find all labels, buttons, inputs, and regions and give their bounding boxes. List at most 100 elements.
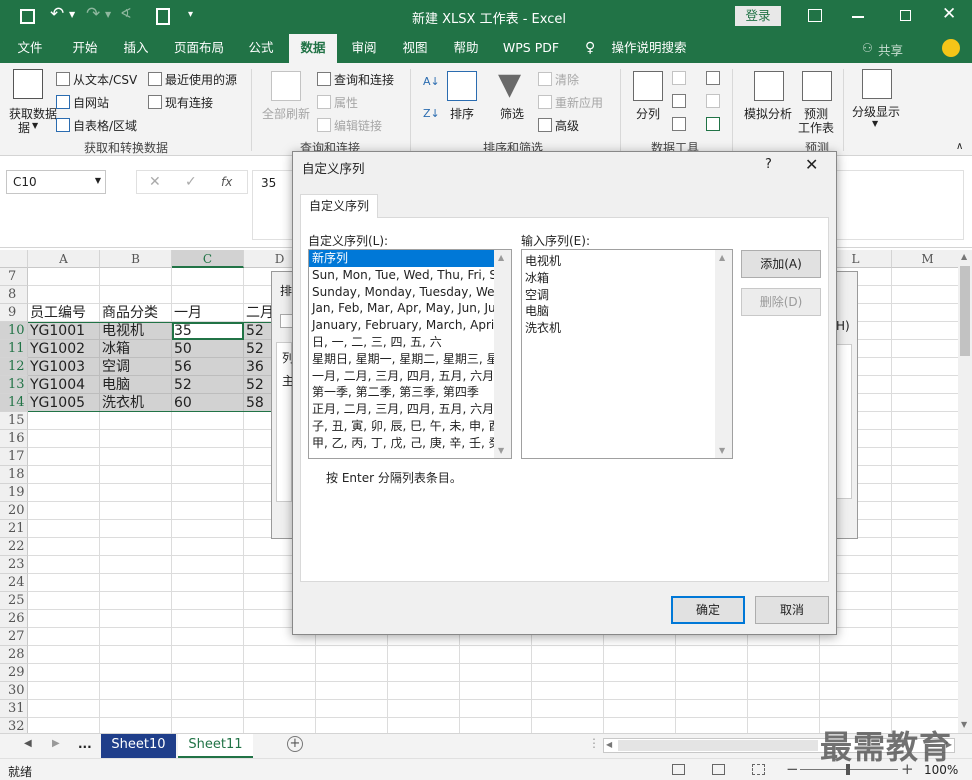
cell[interactable] (892, 448, 958, 466)
tab-page-layout[interactable]: 页面布局 (168, 34, 230, 63)
cell[interactable] (100, 682, 172, 700)
cell[interactable] (892, 268, 958, 286)
custom-list-item[interactable]: Sun, Mon, Tue, Wed, Thu, Fri, Sat (309, 267, 495, 284)
refresh-all-button[interactable]: 全部刷新 (262, 105, 310, 122)
column-header-a[interactable]: A (28, 250, 100, 268)
cell[interactable]: 洗衣机 (100, 394, 172, 412)
cell[interactable] (100, 700, 172, 718)
cell[interactable] (604, 646, 676, 664)
cell[interactable] (28, 430, 100, 448)
cell[interactable] (676, 646, 748, 664)
page-break-view-icon[interactable] (752, 764, 765, 775)
cell[interactable]: YG1001 (28, 322, 100, 340)
tab-data[interactable]: 数据 (289, 34, 337, 63)
cell[interactable] (28, 268, 100, 286)
minimize-button[interactable] (852, 16, 864, 18)
name-box[interactable]: C10 ▼ (6, 170, 106, 194)
cell[interactable] (172, 430, 244, 448)
properties-button[interactable]: 属性 (317, 94, 358, 111)
column-header-m[interactable]: M (892, 250, 958, 268)
custom-lists-scrollbar[interactable]: ▲ ▼ (494, 250, 511, 458)
add-sheet-icon[interactable]: + (287, 736, 303, 752)
cell[interactable]: 52 (172, 376, 244, 394)
cell[interactable] (28, 556, 100, 574)
row-header[interactable]: 13 (0, 376, 28, 394)
cell[interactable]: YG1002 (28, 340, 100, 358)
cell[interactable] (676, 700, 748, 718)
cell[interactable] (244, 664, 316, 682)
cell[interactable] (28, 448, 100, 466)
cell[interactable] (244, 700, 316, 718)
cell[interactable] (892, 286, 958, 304)
cell[interactable] (100, 520, 172, 538)
cell[interactable] (100, 718, 172, 733)
remove-duplicates-icon[interactable] (672, 94, 689, 109)
delete-button[interactable]: 删除(D) (741, 288, 821, 316)
custom-list-item[interactable]: January, February, March, April (309, 317, 495, 334)
print-preview-icon[interactable] (156, 8, 170, 25)
cell[interactable] (100, 466, 172, 484)
redo-icon[interactable]: ↷ (86, 4, 100, 24)
row-header[interactable]: 15 (0, 412, 28, 430)
cell[interactable] (892, 394, 958, 412)
scroll-down-icon[interactable]: ▼ (719, 446, 725, 455)
custom-list-item[interactable]: 正月, 二月, 三月, 四月, 五月, 六月 (309, 401, 495, 418)
cell[interactable] (748, 682, 820, 700)
cell[interactable] (388, 664, 460, 682)
row-header[interactable]: 21 (0, 520, 28, 538)
recent-sources-button[interactable]: 最近使用的源 (148, 71, 237, 88)
cell[interactable] (100, 574, 172, 592)
cell[interactable] (892, 574, 958, 592)
cell[interactable] (172, 286, 244, 304)
row-header[interactable]: 8 (0, 286, 28, 304)
outline-button[interactable]: 分级显示 (852, 103, 900, 120)
cell[interactable] (100, 430, 172, 448)
from-table-button[interactable]: 自表格/区域 (56, 117, 137, 134)
cell[interactable] (244, 682, 316, 700)
tab-help[interactable]: 帮助 (443, 34, 489, 63)
tab-custom-lists[interactable]: 自定义序列 (300, 194, 378, 218)
list-entries-textbox[interactable]: 电视机 冰箱 空调 电脑 洗衣机 ▲ ▼ (521, 249, 733, 459)
cell[interactable] (28, 700, 100, 718)
row-header[interactable]: 7 (0, 268, 28, 286)
row-header[interactable]: 18 (0, 466, 28, 484)
custom-list-item[interactable]: 星期日, 星期一, 星期二, 星期三, 星期四 (309, 351, 495, 368)
row-header[interactable]: 30 (0, 682, 28, 700)
advanced-filter-button[interactable]: 高级 (538, 117, 579, 134)
cell[interactable]: 50 (172, 340, 244, 358)
scroll-up-icon[interactable]: ▲ (498, 253, 504, 262)
page-layout-view-icon[interactable] (712, 764, 725, 775)
consolidate-icon[interactable] (706, 71, 723, 86)
cell[interactable] (172, 592, 244, 610)
row-header[interactable]: 22 (0, 538, 28, 556)
cell[interactable] (28, 466, 100, 484)
cell[interactable] (172, 700, 244, 718)
cell[interactable] (460, 718, 532, 733)
dialog-close-icon[interactable]: ✕ (805, 155, 818, 174)
row-header[interactable]: 32 (0, 718, 28, 733)
cell[interactable] (100, 556, 172, 574)
cell[interactable]: 空调 (100, 358, 172, 376)
cell[interactable] (460, 664, 532, 682)
insert-function-icon[interactable]: fx (221, 175, 232, 189)
normal-view-icon[interactable] (672, 764, 685, 775)
cell[interactable] (100, 538, 172, 556)
cell[interactable] (892, 664, 958, 682)
row-header[interactable]: 16 (0, 430, 28, 448)
tab-home[interactable]: 开始 (62, 34, 108, 63)
cell[interactable] (28, 484, 100, 502)
row-header[interactable]: 24 (0, 574, 28, 592)
custom-list-item[interactable]: 第一季, 第二季, 第三季, 第四季 (309, 384, 495, 401)
cell[interactable] (316, 682, 388, 700)
cell[interactable]: 电脑 (100, 376, 172, 394)
cell[interactable] (172, 646, 244, 664)
row-header[interactable]: 11 (0, 340, 28, 358)
cell[interactable] (532, 700, 604, 718)
from-web-button[interactable]: 自网站 (56, 94, 109, 111)
cell[interactable] (100, 628, 172, 646)
cell[interactable] (100, 484, 172, 502)
redo-dropdown-icon[interactable]: ▼ (105, 10, 111, 19)
custom-list-item[interactable]: Sunday, Monday, Tuesday, Wednesday (309, 284, 495, 301)
cell[interactable]: 电视机 (100, 322, 172, 340)
tab-view[interactable]: 视图 (392, 34, 438, 63)
